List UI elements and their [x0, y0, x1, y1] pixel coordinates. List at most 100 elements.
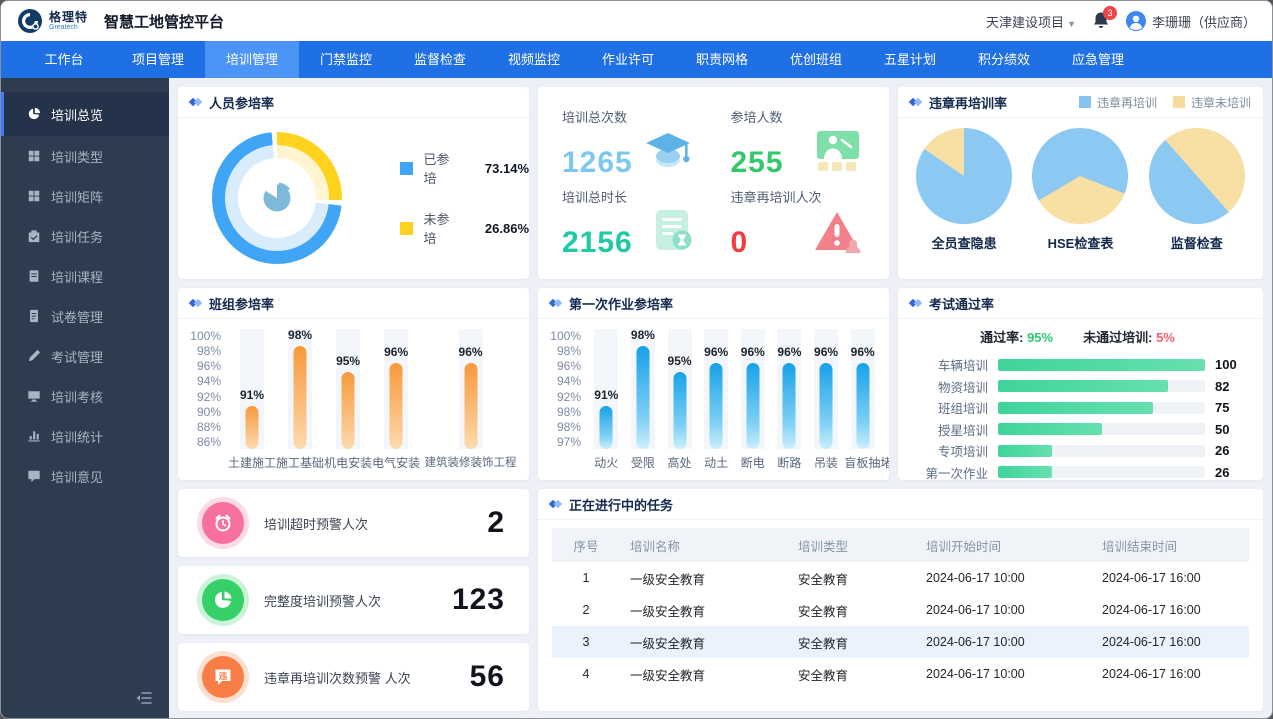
y-tick: 98% — [197, 344, 221, 358]
y-tick: 90% — [197, 405, 221, 419]
sidebar-item-4[interactable]: 培训任务 — [1, 216, 169, 256]
sidebar-item-6[interactable]: 试卷管理 — [1, 296, 169, 336]
company-name: 格理特 Greatech — [49, 11, 88, 31]
x-axis: 动火受限高处动土断电断路吊装盲板抽堵 — [588, 454, 881, 471]
stat-2: 参培人数255 — [731, 103, 866, 183]
notification-bell-icon[interactable]: 3 — [1092, 11, 1110, 31]
sidebar-item-3[interactable]: 培训矩阵 — [1, 176, 169, 216]
nav-tab-9[interactable]: 优创班组 — [769, 41, 863, 78]
exam-bar-list: 车辆培训100物资培训82班组培训75授星培训50专项培训26第一次作业26 — [908, 354, 1247, 480]
nav-tab-7[interactable]: 作业许可 — [581, 41, 675, 78]
sidebar: 培训总览培训类型培训矩阵培训任务培训课程试卷管理考试管理培训考核培训统计培训意见 — [1, 78, 169, 719]
bar-column-6: 96% — [771, 329, 808, 449]
pie-chart-1 — [916, 128, 1012, 224]
sidebar-item-1[interactable]: 培训总览 — [1, 92, 169, 136]
monitor-icon — [27, 389, 41, 403]
stat-4: 违章再培训人次 0 — [731, 183, 866, 263]
stat-1: 培训总次数1265 — [562, 103, 697, 183]
stat-label: 违章再培训人次 — [731, 187, 866, 206]
bar — [710, 363, 723, 449]
sidebar-item-10[interactable]: 培训意见 — [1, 456, 169, 496]
book-icon — [27, 269, 41, 283]
bar-value-label: 95% — [336, 354, 360, 368]
exam-row-value: 75 — [1215, 400, 1247, 415]
clipboard-icon — [27, 229, 41, 243]
exam-row-label: 班组培训 — [908, 398, 988, 417]
svg-text:违: 违 — [219, 671, 228, 681]
y-tick: 100% — [550, 329, 581, 343]
bar-column-7: 96% — [808, 329, 845, 449]
sidebar-item-label: 培训意见 — [51, 467, 103, 486]
alert-value: 56 — [470, 660, 505, 694]
table-row-2[interactable]: 2一级安全教育安全教育2024-06-17 10:002024-06-17 16… — [552, 594, 1249, 626]
nav-tab-12[interactable]: 应急管理 — [1051, 41, 1145, 78]
project-selector[interactable]: 天津建设项目▼ — [986, 12, 1076, 31]
user-menu[interactable]: 李珊珊（供应商） — [1126, 11, 1256, 31]
nav-tab-8[interactable]: 职责网格 — [675, 41, 769, 78]
collapse-sidebar-icon[interactable] — [135, 691, 153, 710]
tasks-table: 序号培训名称培训类型培训开始时间培训结束时间培训时长(h)状态1一级安全教育安全… — [552, 528, 1249, 690]
y-tick: 96% — [557, 359, 581, 373]
team-bar-chart: 100%98%96%94%92%90%88%86%91%98%95%96%96%… — [178, 319, 529, 473]
fail-rate-label: 未通过培训: — [1083, 330, 1152, 345]
table-row-3[interactable]: 3一级安全教育安全教育2024-06-17 10:002024-06-17 16… — [552, 626, 1249, 658]
alert-value: 123 — [452, 583, 505, 617]
table-header-row: 序号培训名称培训类型培训开始时间培训结束时间培训时长(h)状态 — [552, 528, 1249, 562]
bar — [636, 346, 649, 449]
pie-glyph-icon — [259, 180, 295, 216]
legend-label: 未参培 — [423, 209, 460, 247]
nav-tab-11[interactable]: 积分绩效 — [957, 41, 1051, 78]
x-category-label: 机电安装 — [324, 454, 372, 471]
exam-bar-fill — [998, 380, 1168, 392]
table-header-cell: 培训类型 — [788, 536, 916, 555]
table-header-cell: 培训名称 — [620, 536, 788, 555]
bar-value-label: 96% — [851, 345, 875, 359]
alert-label: 违章再培训次数预警 人次 — [264, 668, 411, 687]
table-cell: 2024-06-17 16:00 — [1092, 603, 1263, 617]
exam-bar-track — [998, 466, 1205, 478]
stat-value: 2156 — [562, 226, 633, 259]
bar — [746, 363, 759, 449]
stat-label: 培训总时长 — [562, 187, 697, 206]
nav-tab-4[interactable]: 门禁监控 — [299, 41, 393, 78]
title-diamond-icon — [910, 298, 922, 308]
y-axis: 100%98%96%94%92%90%88%86% — [184, 329, 228, 449]
nav-tab-2[interactable]: 项目管理 — [111, 41, 205, 78]
nav-tab-5[interactable]: 监督检查 — [393, 41, 487, 78]
table-cell: 4 — [552, 667, 620, 681]
pie-chart-3 — [1149, 128, 1245, 224]
card-team-participation: 班组参培率 100%98%96%94%92%90%88%86%91%98%95%… — [178, 288, 529, 480]
nav-tab-3[interactable]: 培训管理 — [205, 41, 299, 78]
nav-tab-6[interactable]: 视频监控 — [487, 41, 581, 78]
y-tick: 92% — [197, 390, 221, 404]
stat-row: 255 — [731, 128, 866, 179]
bar-column-8: 96% — [844, 329, 881, 449]
table-cell: 2024-06-17 10:00 — [916, 603, 1092, 617]
chevron-down-icon: ▼ — [1067, 19, 1076, 29]
bar-column-1: 91% — [588, 329, 625, 449]
sidebar-item-8[interactable]: 培训考核 — [1, 376, 169, 416]
nav-tab-1[interactable]: 工作台 — [17, 41, 111, 78]
bar — [390, 363, 403, 449]
sidebar-item-9[interactable]: 培训统计 — [1, 416, 169, 456]
y-tick: 100% — [190, 329, 221, 343]
sidebar-item-label: 培训类型 — [51, 147, 103, 166]
bar-column-5: 96% — [420, 329, 521, 449]
violation-legend: 违章再培训违章未培训 — [1079, 94, 1251, 111]
y-axis: 100%98%96%94%92%98%98%97% — [544, 329, 588, 449]
page-title: 智慧工地管控平台 — [104, 11, 224, 32]
nav-tab-10[interactable]: 五星计划 — [863, 41, 957, 78]
table-row-1[interactable]: 1一级安全教育安全教育2024-06-17 10:002024-06-17 16… — [552, 562, 1249, 594]
legend-swatch — [1079, 96, 1091, 108]
pass-rate-value: 95% — [1027, 330, 1053, 345]
exam-row-value: 26 — [1215, 443, 1247, 458]
sidebar-item-2[interactable]: 培训类型 — [1, 136, 169, 176]
card-title-violation-retrain: 违章再培训率 — [929, 93, 1007, 112]
table-row-4[interactable]: 4一级安全教育安全教育2024-06-17 10:002024-06-17 16… — [552, 658, 1249, 690]
pie-label: 全员查隐患 — [916, 233, 1012, 252]
y-tick: 94% — [197, 374, 221, 388]
stat-value: 0 — [731, 226, 749, 259]
sidebar-item-7[interactable]: 考试管理 — [1, 336, 169, 376]
username: 李珊珊（供应商） — [1152, 12, 1256, 31]
sidebar-item-5[interactable]: 培训课程 — [1, 256, 169, 296]
